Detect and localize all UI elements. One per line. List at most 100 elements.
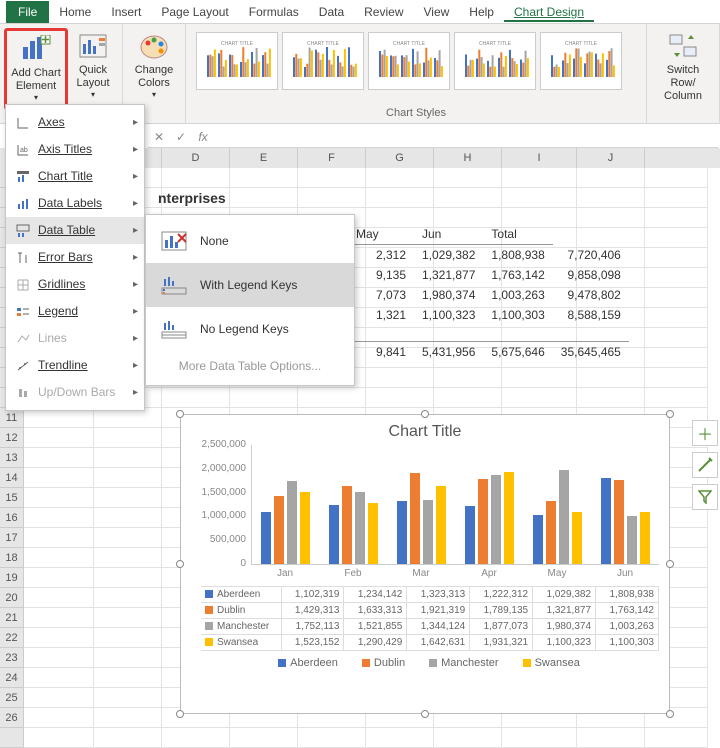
row-header[interactable]: 17 xyxy=(0,528,24,548)
resize-handle[interactable] xyxy=(666,560,674,568)
cell[interactable] xyxy=(24,508,94,528)
cell[interactable] xyxy=(434,728,502,748)
menu-item-chart-title[interactable]: Chart Title▸ xyxy=(6,163,144,190)
cell[interactable] xyxy=(94,468,162,488)
cell[interactable] xyxy=(502,188,577,208)
cell[interactable] xyxy=(94,428,162,448)
cell[interactable] xyxy=(577,168,645,188)
chart-styles-gallery[interactable]: CHART TITLE CHART TITLE CHART TITLE CHAR… xyxy=(190,28,642,90)
chart-plot-area[interactable]: 2,500,0002,000,0001,500,0001,000,000500,… xyxy=(251,445,659,565)
cell[interactable] xyxy=(502,368,577,388)
col-header-G[interactable]: G xyxy=(366,148,434,168)
tab-file[interactable]: File xyxy=(6,1,49,23)
tab-review[interactable]: Review xyxy=(354,2,413,22)
col-header-E[interactable]: E xyxy=(230,148,298,168)
resize-handle[interactable] xyxy=(421,410,429,418)
resize-handle[interactable] xyxy=(176,560,184,568)
cell[interactable] xyxy=(645,168,708,188)
cell[interactable] xyxy=(24,408,94,428)
fx-icon[interactable]: fx xyxy=(192,130,214,144)
cell[interactable] xyxy=(645,388,708,408)
cell[interactable] xyxy=(94,668,162,688)
tab-data[interactable]: Data xyxy=(309,2,354,22)
cell[interactable] xyxy=(298,388,366,408)
change-colors-button[interactable]: Change Colors ▾ xyxy=(127,28,181,102)
resize-handle[interactable] xyxy=(421,710,429,718)
cell[interactable] xyxy=(502,388,577,408)
cell[interactable] xyxy=(24,688,94,708)
cell[interactable] xyxy=(162,728,230,748)
row-header[interactable]: 25 xyxy=(0,688,24,708)
cancel-formula-icon[interactable]: ✕ xyxy=(148,130,170,144)
chart-style-5[interactable]: CHART TITLE xyxy=(540,32,622,90)
quick-layout-button[interactable]: Quick Layout ▾ xyxy=(68,28,118,102)
switch-row-column-button[interactable]: Switch Row/ Column xyxy=(651,28,715,106)
menu-item-data-table[interactable]: Data Table▸ xyxy=(6,217,144,244)
cell[interactable] xyxy=(24,708,94,728)
cell[interactable] xyxy=(94,588,162,608)
cell[interactable] xyxy=(645,208,708,228)
cell[interactable] xyxy=(298,168,366,188)
tab-chart-design[interactable]: Chart Design xyxy=(504,2,594,22)
cell[interactable] xyxy=(502,728,577,748)
chart-style-1[interactable]: CHART TITLE xyxy=(196,32,278,90)
cell[interactable] xyxy=(645,288,708,308)
add-chart-element-button[interactable]: Add Chart Element ▾ xyxy=(4,28,68,110)
chart-style-3[interactable]: CHART TITLE xyxy=(368,32,450,90)
cell[interactable] xyxy=(24,668,94,688)
cell[interactable] xyxy=(94,448,162,468)
resize-handle[interactable] xyxy=(666,710,674,718)
cell[interactable] xyxy=(162,388,230,408)
col-header-H[interactable]: H xyxy=(434,148,502,168)
cell[interactable] xyxy=(645,328,708,348)
cell[interactable] xyxy=(230,188,298,208)
menu-item-axes[interactable]: Axes▸ xyxy=(6,109,144,136)
cell[interactable] xyxy=(434,368,502,388)
cell[interactable] xyxy=(24,648,94,668)
cell[interactable] xyxy=(24,488,94,508)
cell[interactable] xyxy=(230,728,298,748)
cell[interactable] xyxy=(230,168,298,188)
embedded-chart[interactable]: Chart Title 2,500,0002,000,0001,500,0001… xyxy=(180,414,670,714)
row-header[interactable]: 22 xyxy=(0,628,24,648)
cell[interactable] xyxy=(24,568,94,588)
row-header[interactable]: 18 xyxy=(0,548,24,568)
col-header-J[interactable]: J xyxy=(577,148,645,168)
menu-item-axis-titles[interactable]: abAxis Titles▸ xyxy=(6,136,144,163)
cell[interactable] xyxy=(230,388,298,408)
row-header[interactable]: 19 xyxy=(0,568,24,588)
tab-insert[interactable]: Insert xyxy=(101,2,151,22)
cell[interactable] xyxy=(94,508,162,528)
resize-handle[interactable] xyxy=(176,410,184,418)
cell[interactable] xyxy=(24,528,94,548)
enter-formula-icon[interactable]: ✓ xyxy=(170,130,192,144)
cell[interactable] xyxy=(645,248,708,268)
cell[interactable] xyxy=(434,168,502,188)
col-header-D[interactable]: D xyxy=(162,148,230,168)
chart-style-4[interactable]: CHART TITLE xyxy=(454,32,536,90)
cell[interactable] xyxy=(645,308,708,328)
chart-title[interactable]: Chart Title xyxy=(181,415,669,445)
cell[interactable] xyxy=(645,188,708,208)
row-header[interactable]: 24 xyxy=(0,668,24,688)
row-header[interactable]: 26 xyxy=(0,708,24,728)
menu-item-legend[interactable]: Legend▸ xyxy=(6,298,144,325)
cell[interactable] xyxy=(162,168,230,188)
tab-formulas[interactable]: Formulas xyxy=(239,2,309,22)
tab-help[interactable]: Help xyxy=(459,2,504,22)
submenu-with-legend-keys[interactable]: With Legend Keys xyxy=(146,263,354,307)
cell[interactable] xyxy=(577,188,645,208)
row-header[interactable]: 11 xyxy=(0,408,24,428)
menu-item-trendline[interactable]: Trendline▸ xyxy=(6,352,144,379)
cell[interactable] xyxy=(24,628,94,648)
row-header[interactable]: 21 xyxy=(0,608,24,628)
cell[interactable] xyxy=(24,588,94,608)
cell[interactable] xyxy=(366,728,434,748)
row-header[interactable]: 16 xyxy=(0,508,24,528)
cell[interactable] xyxy=(366,188,434,208)
cell[interactable] xyxy=(24,468,94,488)
menu-item-data-labels[interactable]: Data Labels▸ xyxy=(6,190,144,217)
cell[interactable] xyxy=(366,388,434,408)
cell[interactable] xyxy=(24,728,94,748)
resize-handle[interactable] xyxy=(176,710,184,718)
